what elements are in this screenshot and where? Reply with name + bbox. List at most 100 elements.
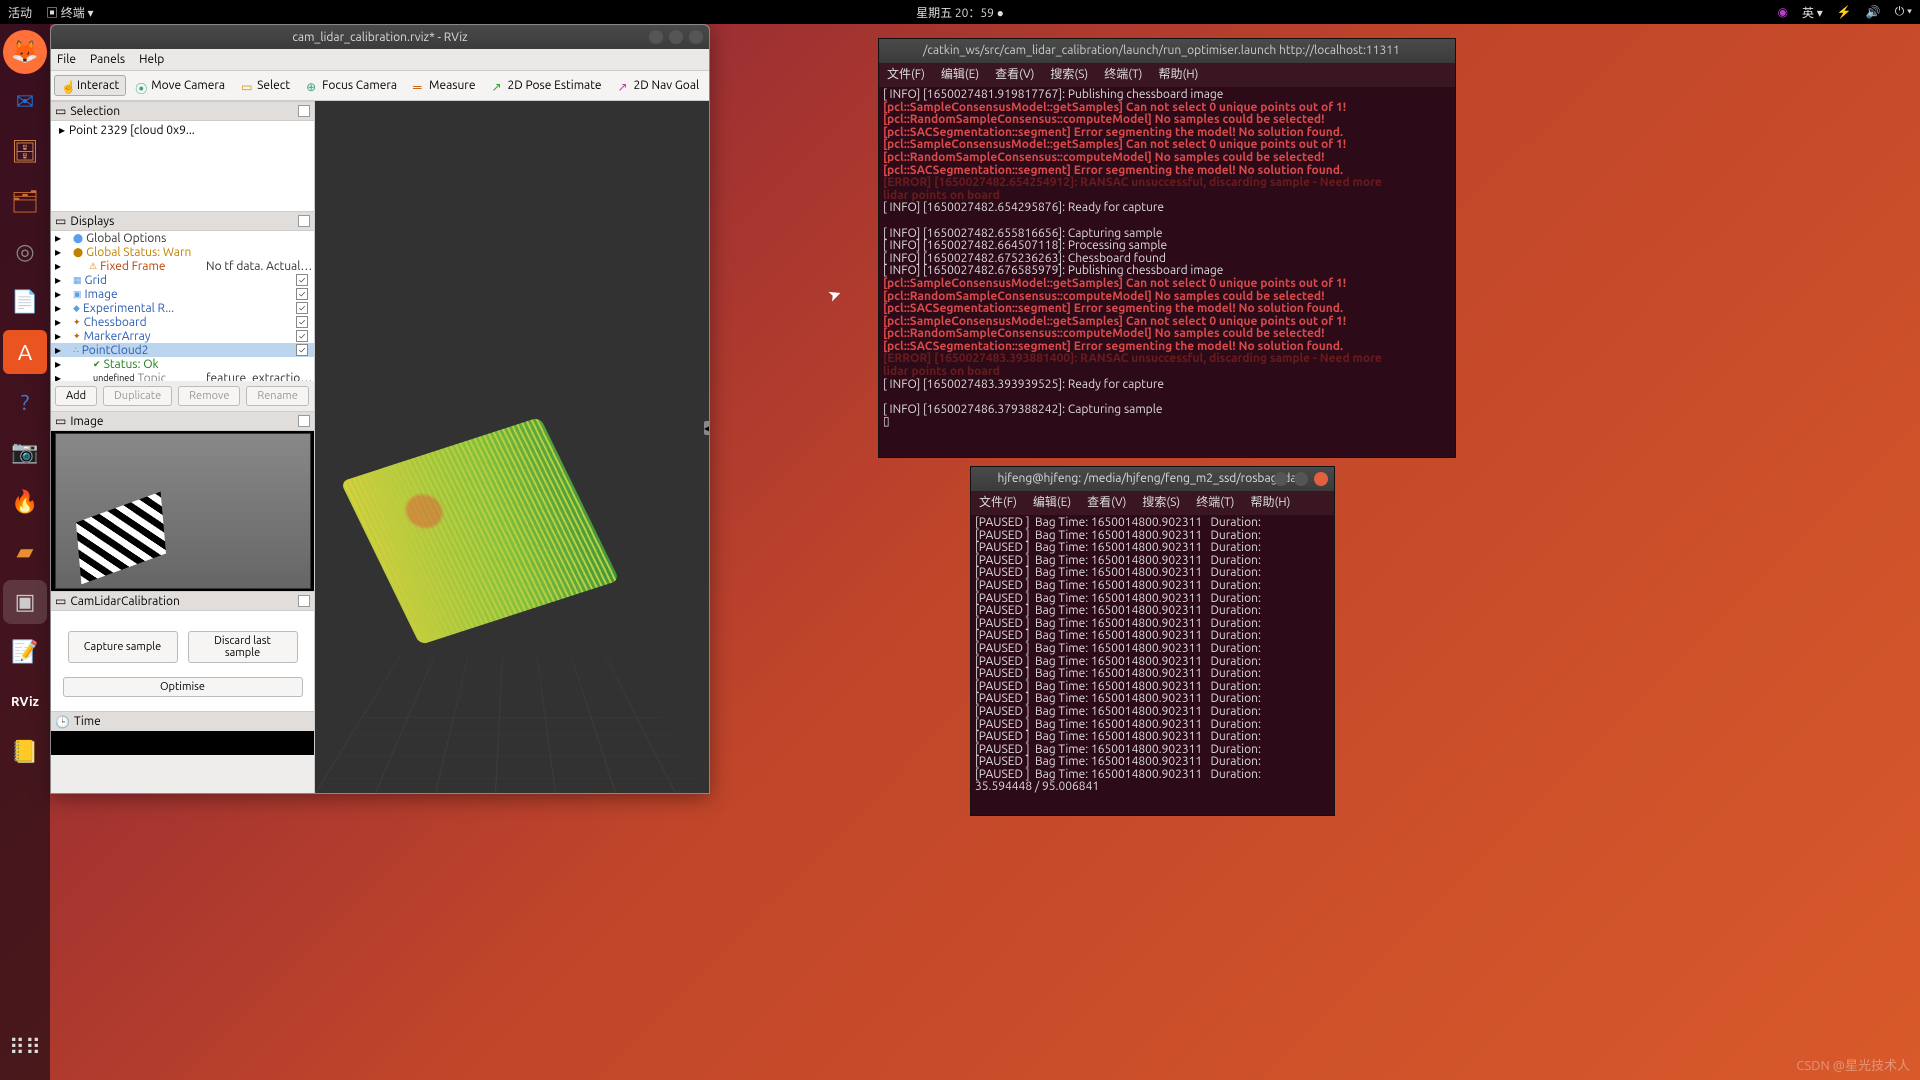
tool-2d-nav[interactable]: ↗2D Nav Goal xyxy=(611,75,707,96)
tool-publish-point[interactable]: ⬤Publish Point xyxy=(708,75,710,96)
move-camera-icon: ⦿ xyxy=(135,80,147,92)
dock-software-icon[interactable]: A xyxy=(3,330,47,374)
dock-files-icon[interactable]: 🗄 xyxy=(3,130,47,174)
mouse-cursor-icon: ➤ xyxy=(825,283,844,305)
tool-focus-camera[interactable]: ⊕Focus Camera xyxy=(299,75,404,96)
menu-panels[interactable]: Panels xyxy=(90,53,125,66)
menu-view[interactable]: 查看(V) xyxy=(995,69,1034,82)
image-panel xyxy=(51,431,314,591)
rviz-3d-view[interactable]: ◂ xyxy=(315,101,709,793)
menu-view[interactable]: 查看(V) xyxy=(1087,497,1126,510)
minimize-icon[interactable] xyxy=(649,30,663,44)
display-item[interactable]: ▸◆Experimental R...✓ xyxy=(51,301,314,315)
menu-help[interactable]: Help xyxy=(139,53,164,66)
dock-thunderbird-icon[interactable]: ✉ xyxy=(3,80,47,124)
panel-float-icon[interactable] xyxy=(298,415,310,427)
display-item[interactable]: ▸⬤Global Options xyxy=(51,231,314,245)
tool-select[interactable]: ▭Select xyxy=(234,75,297,96)
power-icon[interactable]: ⏻ ▾ xyxy=(1895,5,1912,19)
dock-sublime-icon[interactable]: ▰ xyxy=(3,530,47,574)
app-menu[interactable]: ▣ 终端 ▾ xyxy=(46,4,94,21)
duplicate-button[interactable]: Duplicate xyxy=(103,386,172,406)
image-panel-header[interactable]: ▭Image xyxy=(51,411,314,431)
dock-apps-grid-icon[interactable]: ⠿⠿ xyxy=(3,1026,47,1070)
minimize-icon[interactable] xyxy=(1274,472,1288,486)
capture-sample-button[interactable]: Capture sample xyxy=(68,631,178,663)
menu-file[interactable]: 文件(F) xyxy=(979,497,1017,510)
terminal-menubar: 文件(F) 编辑(E) 查看(V) 搜索(S) 终端(T) 帮助(H) xyxy=(879,63,1455,87)
selection-item[interactable]: ▸Point 2329 [cloud 0x9... xyxy=(55,123,310,137)
terminal-titlebar[interactable]: /catkin_ws/src/cam_lidar_calibration/lau… xyxy=(879,39,1455,63)
display-item[interactable]: ▸✦Chessboard✓ xyxy=(51,315,314,329)
tool-2d-pose[interactable]: ↗2D Pose Estimate xyxy=(484,75,608,96)
dock-writer-icon[interactable]: 📄 xyxy=(3,280,47,324)
rviz-titlebar[interactable]: cam_lidar_calibration.rviz* - RViz xyxy=(51,25,709,49)
menu-edit[interactable]: 编辑(E) xyxy=(1033,497,1071,510)
rename-button[interactable]: Rename xyxy=(246,386,308,406)
display-item[interactable]: ▸▣Image✓ xyxy=(51,287,314,301)
discard-sample-button[interactable]: Discard last sample xyxy=(188,631,298,663)
volume-icon[interactable]: 🔊 xyxy=(1866,5,1881,19)
input-method[interactable]: 英 ▾ xyxy=(1802,4,1823,21)
menu-help[interactable]: 帮助(H) xyxy=(1158,69,1198,82)
panel-float-icon[interactable] xyxy=(298,105,310,117)
display-item[interactable]: ▸✦MarkerArray✓ xyxy=(51,329,314,343)
terminal-output[interactable]: [ INFO] [1650027481.919817767]: Publishi… xyxy=(879,87,1455,431)
menu-file[interactable]: 文件(F) xyxy=(887,69,925,82)
add-button[interactable]: Add xyxy=(55,386,97,406)
remove-button[interactable]: Remove xyxy=(178,386,240,406)
calibration-panel: Capture sample Discard last sample Optim… xyxy=(51,611,314,711)
tool-interact[interactable]: ☝Interact xyxy=(54,75,126,96)
tool-measure[interactable]: ═Measure xyxy=(406,75,482,96)
dock-gedit-icon[interactable]: 📒 xyxy=(3,730,47,774)
tool-move-camera[interactable]: ⦿Move Camera xyxy=(128,75,232,96)
terminal-title: /catkin_ws/src/cam_lidar_calibration/lau… xyxy=(923,45,1400,58)
display-item[interactable]: ▸⬤Global Status: Warn xyxy=(51,245,314,259)
calibration-panel-header[interactable]: ▭CamLidarCalibration xyxy=(51,591,314,611)
menu-edit[interactable]: 编辑(E) xyxy=(941,69,979,82)
rviz-window: cam_lidar_calibration.rviz* - RViz File … xyxy=(50,24,710,794)
dock-firefox-icon[interactable]: 🦊 xyxy=(3,30,47,74)
displays-tree[interactable]: ▸⬤Global Options▸⬤Global Status: Warn▸⚠F… xyxy=(51,231,314,381)
menu-search[interactable]: 搜索(S) xyxy=(1050,69,1088,82)
maximize-icon[interactable] xyxy=(669,30,683,44)
select-icon: ▭ xyxy=(241,80,253,92)
menu-help[interactable]: 帮助(H) xyxy=(1250,497,1290,510)
maximize-icon[interactable] xyxy=(1294,472,1308,486)
selection-panel-header[interactable]: ▭Selection xyxy=(51,101,314,121)
pose-icon: ↗ xyxy=(491,80,503,92)
clock[interactable]: 星期五 20：59 ● xyxy=(916,4,1004,21)
dock-rviz-icon[interactable]: RViz xyxy=(3,680,47,724)
menu-file[interactable]: File xyxy=(57,53,76,66)
menu-terminal[interactable]: 终端(T) xyxy=(1196,497,1234,510)
dock-nautilus-icon[interactable]: 🗂 xyxy=(3,180,47,224)
firefox-tray-icon[interactable]: ◉ xyxy=(1778,5,1788,19)
display-item[interactable]: ▸✔Status: Ok xyxy=(51,357,314,371)
display-item[interactable]: ▸∴PointCloud2✓ xyxy=(51,343,314,357)
terminal-output[interactable]: [PAUSED ] Bag Time: 1650014800.902311 Du… xyxy=(971,515,1334,796)
time-panel-header[interactable]: 🕒Time xyxy=(51,711,314,731)
panel-float-icon[interactable] xyxy=(298,595,310,607)
panel-icon: ▭ xyxy=(55,414,66,428)
dock-terminal-icon[interactable]: ▣ xyxy=(3,580,47,624)
dock-notes-icon[interactable]: 📝 xyxy=(3,630,47,674)
dock-help-icon[interactable]: ? xyxy=(3,380,47,424)
menu-search[interactable]: 搜索(S) xyxy=(1142,497,1180,510)
dock-flame-icon[interactable]: 🔥 xyxy=(3,480,47,524)
activities-button[interactable]: 活动 xyxy=(8,4,32,21)
close-icon[interactable] xyxy=(1314,472,1328,486)
optimise-button[interactable]: Optimise xyxy=(63,677,303,697)
display-item[interactable]: ▸▦Grid✓ xyxy=(51,273,314,287)
panel-float-icon[interactable] xyxy=(298,215,310,227)
display-item[interactable]: ▸⚠Fixed FrameNo tf data. Actual erro... xyxy=(51,259,314,273)
rviz-title: cam_lidar_calibration.rviz* - RViz xyxy=(292,31,467,44)
collapse-handle-icon[interactable]: ◂ xyxy=(704,421,710,435)
dock-disks-icon[interactable]: ◎ xyxy=(3,230,47,274)
close-icon[interactable] xyxy=(689,30,703,44)
terminal-titlebar[interactable]: hjfeng@hjfeng: /media/hjfeng/feng_m2_ssd… xyxy=(971,467,1334,491)
menu-terminal[interactable]: 终端(T) xyxy=(1104,69,1142,82)
dock-screenshot-icon[interactable]: 📷 xyxy=(3,430,47,474)
display-item[interactable]: ▸undefinedTopicfeature_extraction/... xyxy=(51,371,314,381)
network-icon[interactable]: ⚡ xyxy=(1837,5,1852,19)
displays-panel-header[interactable]: ▭Displays xyxy=(51,211,314,231)
